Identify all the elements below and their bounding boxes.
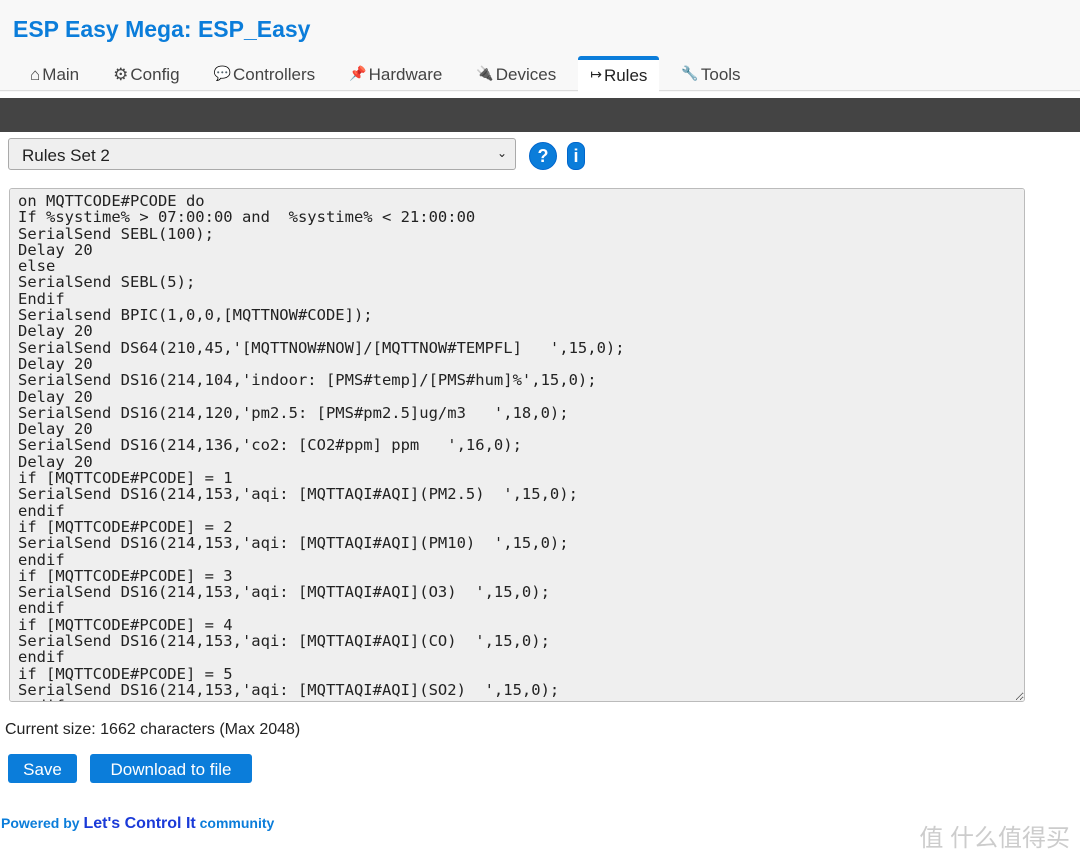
save-button[interactable]: Save xyxy=(8,754,77,783)
help-icon[interactable]: ? xyxy=(529,142,557,170)
tab-tools[interactable]: 🔧 Tools xyxy=(669,56,752,92)
tab-label: Main xyxy=(42,65,80,84)
dark-bar xyxy=(0,98,1080,132)
selected-value: Rules Set 2 xyxy=(22,146,110,165)
footer-suffix: community xyxy=(195,815,275,831)
tab-hardware[interactable]: 📌 Hardware xyxy=(337,56,454,92)
size-info: Current size: 1662 characters (Max 2048) xyxy=(5,721,301,738)
download-button[interactable]: Download to file xyxy=(90,754,252,783)
chevron-down-icon: ⌄ xyxy=(496,146,507,160)
tab-label: Rules xyxy=(603,66,648,85)
footer-prefix: Powered by xyxy=(1,815,84,831)
tab-label: Tools xyxy=(700,65,741,84)
tab-devices[interactable]: 🔌 Devices xyxy=(464,56,568,92)
gear-icon: ⚙ xyxy=(113,65,129,84)
tab-label: Devices xyxy=(495,65,557,84)
tab-controllers[interactable]: 💬 Controllers xyxy=(202,56,328,92)
tab-main[interactable]: ⌂ Main xyxy=(18,56,91,92)
header: ESP Easy Mega: ESP_Easy ⌂ Main ⚙ Config 💬 C… xyxy=(0,0,1080,96)
pushpin-icon: 📌 xyxy=(349,65,367,81)
rules-editor[interactable]: on MQTTCODE#PCODE do If %systime% > 07:0… xyxy=(9,188,1025,702)
wrench-icon: 🔧 xyxy=(681,65,699,81)
arrow-icon: ↦ xyxy=(590,66,602,82)
nav-tabs: ⌂ Main ⚙ Config 💬 Controllers 📌 Hardware 🔌 De… xyxy=(18,56,763,96)
watermark: 值 什么值得买 xyxy=(919,825,1070,852)
speech-bubble-icon: 💬 xyxy=(213,65,231,81)
footer-link[interactable]: Let's Control It xyxy=(83,815,195,832)
rules-set-select[interactable]: Rules Set 2 ⌄ xyxy=(8,138,516,170)
footer: Powered by Let's Control It community xyxy=(1,815,274,833)
page-title: ESP Easy Mega: ESP_Easy xyxy=(13,16,311,42)
tab-label: Config xyxy=(130,65,180,84)
plug-icon: 🔌 xyxy=(476,65,494,81)
home-icon: ⌂ xyxy=(30,65,41,84)
info-icon[interactable]: i xyxy=(567,142,585,170)
tab-label: Controllers xyxy=(232,65,316,84)
tab-rules[interactable]: ↦ Rules xyxy=(578,56,660,96)
tab-config[interactable]: ⚙ Config xyxy=(101,56,191,92)
tab-label: Hardware xyxy=(368,65,443,84)
